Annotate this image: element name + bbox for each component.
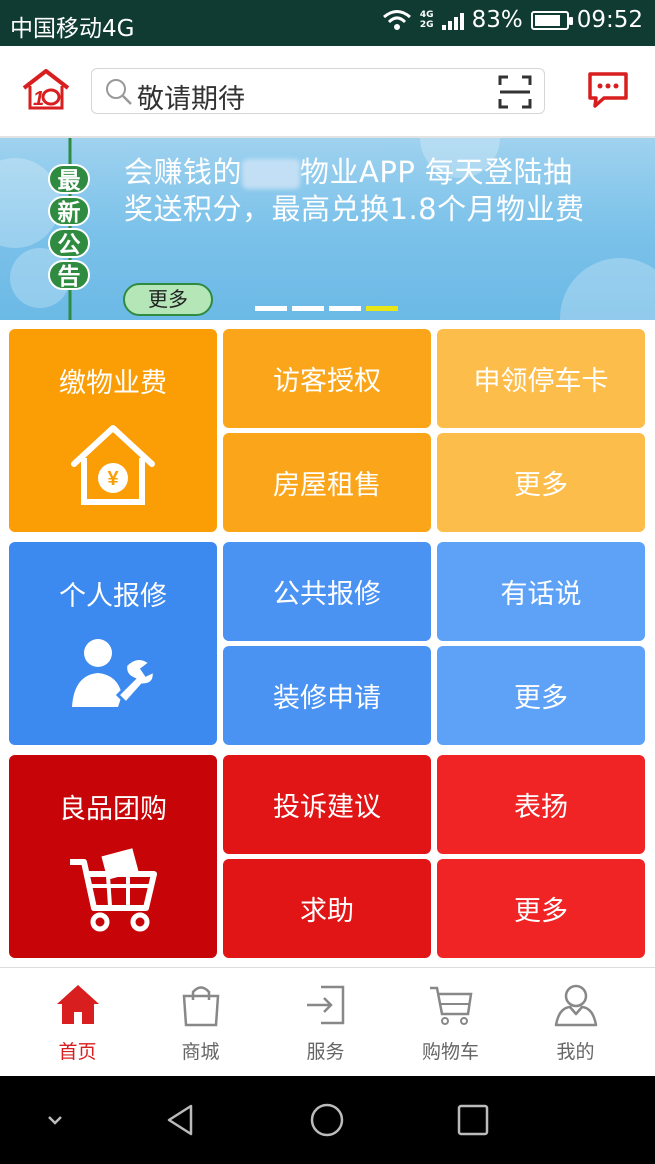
tile-label: 更多 <box>514 683 568 714</box>
tile-label: 装修申请 <box>273 683 381 714</box>
badge-char: 最 <box>48 164 90 194</box>
shopping-bag-icon <box>182 986 220 1027</box>
signal-icon <box>441 10 464 30</box>
bottom-nav: 首页 商城 服务 购物车 我的 <box>0 967 655 1076</box>
banner-line2: 奖送积分，最高兑换1.8个月物业费 <box>124 192 585 226</box>
renovation-apply-button[interactable]: 装修申请 <box>223 646 431 745</box>
nav-mall[interactable]: 商城 <box>135 968 266 1077</box>
shopping-cart-icon <box>68 848 158 941</box>
wifi-icon <box>382 10 411 30</box>
latest-notice-badge: 最 新 公 告 <box>47 164 91 290</box>
nav-service[interactable]: 服务 <box>260 968 391 1077</box>
feedback-button[interactable]: 有话说 <box>437 542 645 641</box>
tile-label: 更多 <box>514 896 568 927</box>
search-icon <box>106 79 132 105</box>
house-yen-icon: ¥ <box>68 422 158 515</box>
badge-char: 告 <box>48 260 90 290</box>
nav-cart[interactable]: 购物车 <box>385 968 516 1077</box>
tile-label: 个人报修 <box>59 581 167 612</box>
tile-label: 缴物业费 <box>59 368 167 399</box>
carrier-label: 中国移动4G <box>10 16 135 42</box>
complaint-button[interactable]: 投诉建议 <box>223 755 431 854</box>
cart-icon <box>430 986 473 1025</box>
tile-label: 房屋租售 <box>273 470 381 501</box>
svg-text:¥: ¥ <box>107 468 119 490</box>
banner-line1-suffix: 物业APP 每天登陆抽 <box>300 155 573 189</box>
search-bar[interactable]: 敬请期待 <box>91 68 545 116</box>
visitor-auth-button[interactable]: 访客授权 <box>223 329 431 428</box>
scan-icon[interactable] <box>498 75 532 109</box>
home-circle-icon[interactable] <box>309 1102 345 1138</box>
carousel-dot <box>329 306 361 311</box>
announcement-banner[interactable]: 最 新 公 告 会赚钱的 物业APP 每天登陆抽 奖送积分，最高兑换1.8个月物业… <box>0 138 655 320</box>
network-4g-label: 4G <box>419 10 434 20</box>
back-icon[interactable] <box>163 1102 199 1138</box>
house-rental-button[interactable]: 房屋租售 <box>223 433 431 532</box>
status-icons: 4G 2G 83% 09:52 <box>382 7 643 33</box>
nav-mine[interactable]: 我的 <box>510 968 641 1077</box>
more-property-button[interactable]: 更多 <box>437 433 645 532</box>
network-2g-label: 2G <box>419 20 434 30</box>
home-icon <box>57 985 99 1024</box>
carousel-dot <box>255 306 287 311</box>
tile-label: 求助 <box>300 896 354 927</box>
chevron-down-icon[interactable] <box>37 1102 73 1138</box>
more-repair-button[interactable]: 更多 <box>437 646 645 745</box>
tile-label: 有话说 <box>500 579 582 610</box>
more-groupbuy-button[interactable]: 更多 <box>437 859 645 958</box>
carousel-dot <box>366 306 398 311</box>
clock: 09:52 <box>576 7 643 33</box>
parking-card-button[interactable]: 申领停车卡 <box>437 329 645 428</box>
banner-line1-prefix: 会赚钱的 <box>124 155 243 189</box>
service-login-icon <box>307 985 345 1025</box>
nav-label: 我的 <box>556 1041 595 1063</box>
blurred-name <box>242 159 301 189</box>
header: 1 敬请期待 <box>0 46 655 138</box>
banner-more-button[interactable]: 更多 <box>123 283 213 316</box>
badge-char: 新 <box>48 196 90 226</box>
banner-text: 会赚钱的 物业APP 每天登陆抽 奖送积分，最高兑换1.8个月物业费 <box>124 154 644 228</box>
personal-repair-button[interactable]: 个人报修 <box>9 542 217 745</box>
nav-label: 商城 <box>181 1041 220 1063</box>
battery-icon <box>530 10 573 30</box>
carousel-indicator <box>255 306 398 311</box>
carousel-dot <box>292 306 324 311</box>
nav-label: 购物车 <box>421 1041 479 1063</box>
tile-label: 投诉建议 <box>273 792 381 823</box>
praise-button[interactable]: 表扬 <box>437 755 645 854</box>
tile-label: 申领停车卡 <box>473 366 609 397</box>
repair-person-icon <box>68 635 158 722</box>
user-icon <box>554 984 598 1027</box>
tile-label: 访客授权 <box>273 366 381 397</box>
nav-label: 服务 <box>306 1041 345 1063</box>
tile-label: 公共报修 <box>273 579 381 610</box>
battery-percent: 83% <box>471 7 523 33</box>
recents-icon[interactable] <box>455 1102 491 1138</box>
app-logo-icon[interactable]: 1 <box>20 68 72 114</box>
search-input[interactable]: 敬请期待 <box>137 77 245 116</box>
system-nav-bar <box>0 1076 655 1164</box>
message-icon[interactable] <box>586 70 630 110</box>
network-type: 4G 2G <box>420 10 434 30</box>
group-buy-button[interactable]: 良品团购 <box>9 755 217 958</box>
nav-home[interactable]: 首页 <box>12 968 143 1077</box>
tile-label: 良品团购 <box>59 794 167 825</box>
tile-label: 表扬 <box>514 792 568 823</box>
pay-property-fee-button[interactable]: 缴物业费 ¥ <box>9 329 217 532</box>
tile-label: 更多 <box>514 470 568 501</box>
public-repair-button[interactable]: 公共报修 <box>223 542 431 641</box>
badge-char: 公 <box>48 228 90 258</box>
nav-label: 首页 <box>58 1041 97 1063</box>
status-bar: 中国移动4G 4G 2G 83% 09:52 <box>0 0 655 46</box>
help-button[interactable]: 求助 <box>223 859 431 958</box>
